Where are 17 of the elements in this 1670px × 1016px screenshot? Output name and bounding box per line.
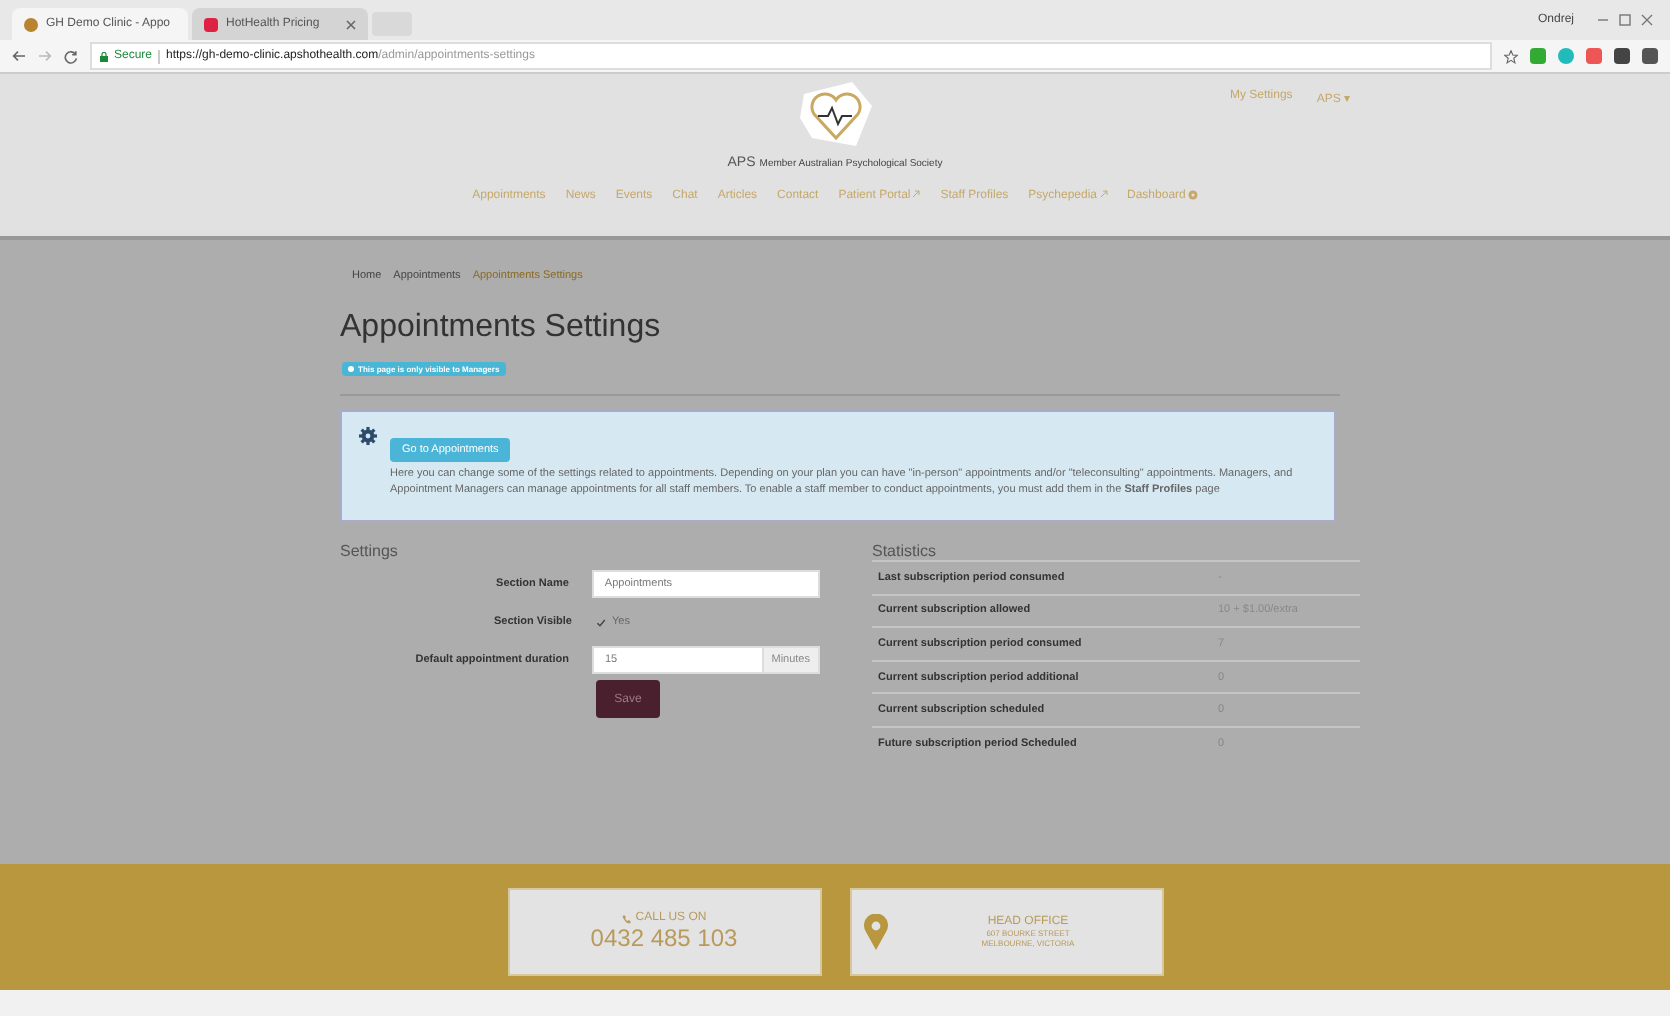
external-link-icon [1099, 190, 1108, 198]
reload-icon[interactable] [64, 49, 78, 63]
location-pin-icon [863, 914, 887, 950]
star-icon[interactable] [1504, 49, 1518, 63]
external-link-icon [912, 190, 921, 198]
favicon-icon [204, 17, 218, 31]
window-controls-icon[interactable] [1598, 14, 1654, 26]
checkbox[interactable] [596, 617, 606, 627]
close-icon[interactable] [346, 19, 356, 29]
back-icon[interactable] [12, 50, 26, 62]
favicon-icon [24, 17, 38, 31]
settings-heading: Settings [340, 542, 400, 560]
statistics-heading: Statistics [872, 542, 939, 560]
phone-number[interactable]: 0432 485 103 [590, 924, 738, 952]
lock-icon [100, 51, 108, 61]
phone-icon [621, 913, 632, 923]
page-title: Appointments Settings [340, 310, 663, 346]
